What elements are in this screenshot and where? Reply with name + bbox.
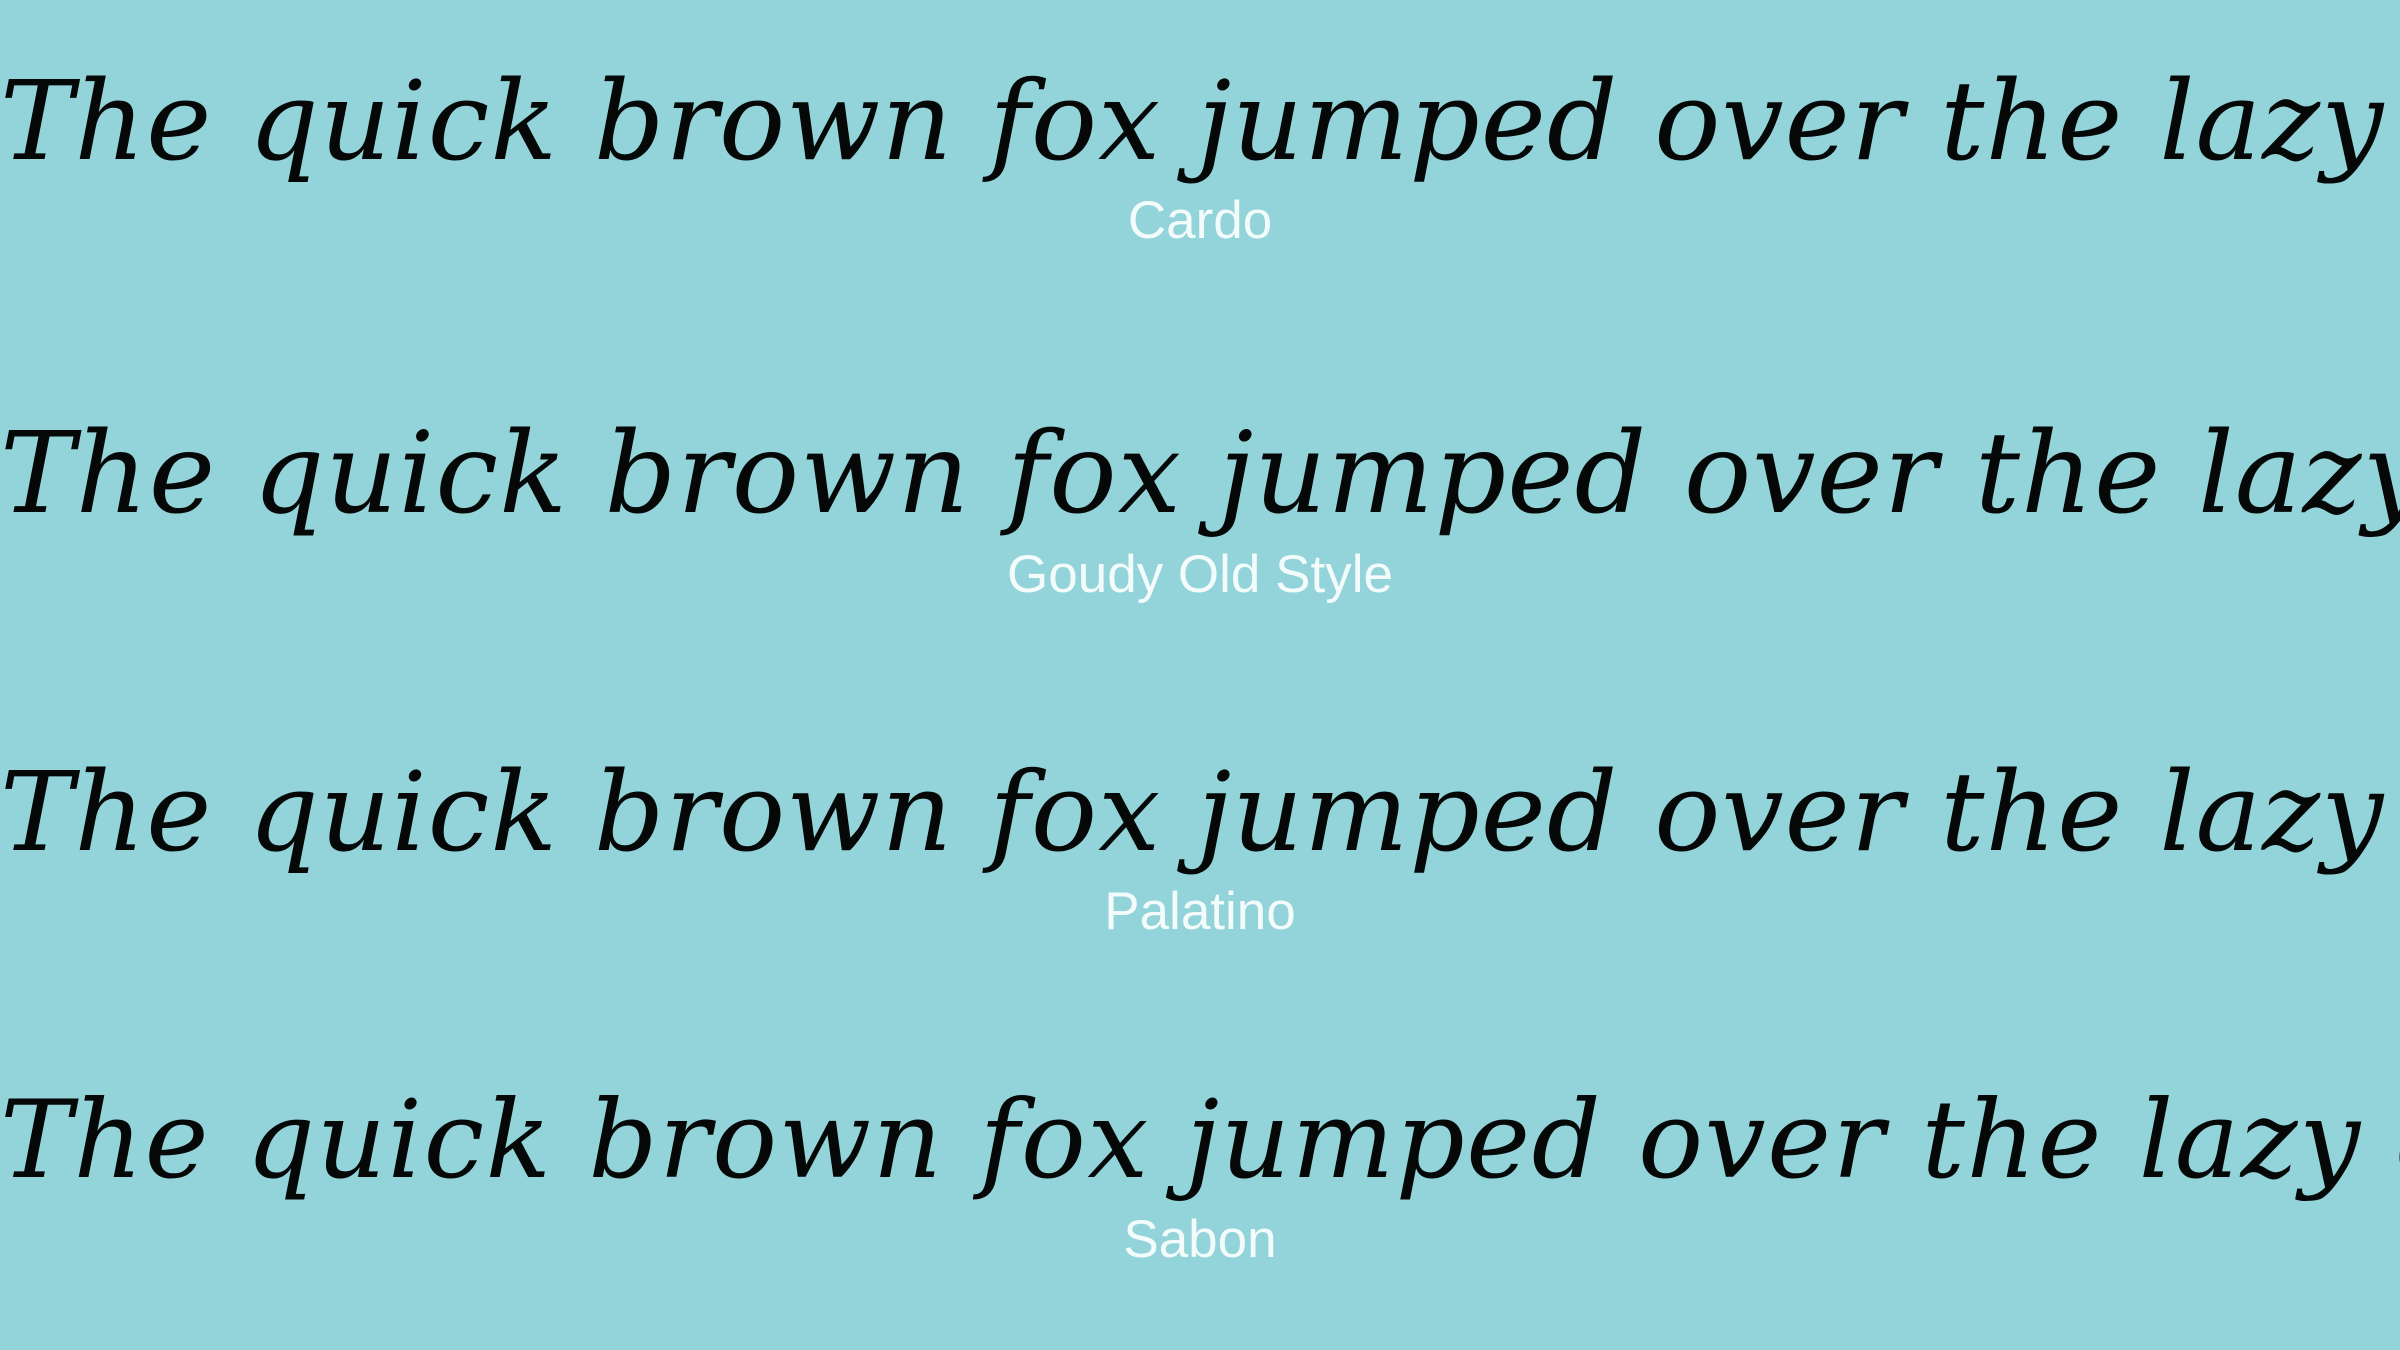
font-name-label: Goudy Old Style [1007,545,1393,604]
font-name-label: Sabon [1123,1210,1277,1269]
font-name-label: Cardo [1127,191,1273,250]
font-specimen-palatino: The quick brown fox jumped over the lazy… [0,757,2400,938]
font-specimen-goudy-old-style: The quick brown fox jumped over the lazy… [0,418,2400,601]
font-name-label: Palatino [1104,882,1296,941]
sample-sentence: The quick brown fox jumped over the lazy… [0,409,2400,539]
sample-sentence: The quick brown fox jumped over the lazy… [0,1078,2400,1203]
sample-sentence: The quick brown fox jumped over the lazy… [0,57,2400,185]
sample-sentence: The quick brown fox jumped over the lazy… [0,748,2400,876]
font-specimen-cardo: The quick brown fox jumped over the lazy… [0,66,2400,247]
font-specimen-sabon: The quick brown fox jumped over the lazy… [0,1078,2400,1269]
